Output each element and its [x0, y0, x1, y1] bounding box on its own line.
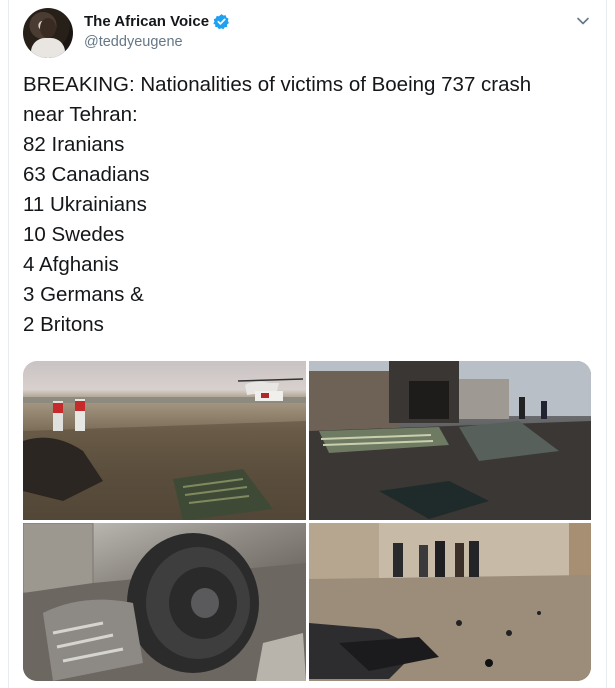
tweet-text-line: 10 Swedes — [23, 223, 125, 246]
author-name-row[interactable]: The African Voice — [84, 13, 230, 30]
tweet-text-line: near Tehran: — [23, 103, 138, 126]
photo-investigators-debris[interactable] — [309, 523, 591, 681]
photo-jet-engine[interactable] — [23, 523, 306, 681]
photo-crash-site-rescue[interactable] — [23, 361, 306, 520]
avatar[interactable] — [23, 8, 73, 58]
tweet-text-line: 63 Canadians — [23, 163, 150, 186]
tweet-text-line: 82 Iranians — [23, 133, 125, 156]
verified-badge-icon — [213, 14, 229, 30]
tweet-text: BREAKING: Nationalities of victims of Bo… — [23, 70, 595, 340]
tweet-text-line: BREAKING: Nationalities of victims of Bo… — [23, 73, 532, 96]
media-grid — [23, 361, 591, 681]
tweet-text-line: 3 Germans & — [23, 283, 144, 306]
tweet-text-line: 2 Britons — [23, 313, 104, 336]
photo-wreckage-wall-art — [309, 361, 591, 520]
chevron-down-icon[interactable] — [576, 14, 590, 28]
tweet-text-line: 4 Afghanis — [23, 253, 119, 276]
photo-crash-site-rescue-art — [23, 378, 306, 520]
photo-jet-engine-art — [23, 523, 306, 681]
photo-investigators-debris-art — [309, 523, 591, 681]
photo-wreckage-wall[interactable] — [309, 361, 591, 520]
avatar-head — [40, 18, 56, 38]
author-display-name[interactable]: The African Voice — [84, 13, 209, 30]
author-handle[interactable]: @teddyeugene — [84, 34, 183, 50]
tweet-text-line: 11 Ukrainians — [23, 193, 147, 216]
avatar-shirt — [31, 38, 65, 58]
